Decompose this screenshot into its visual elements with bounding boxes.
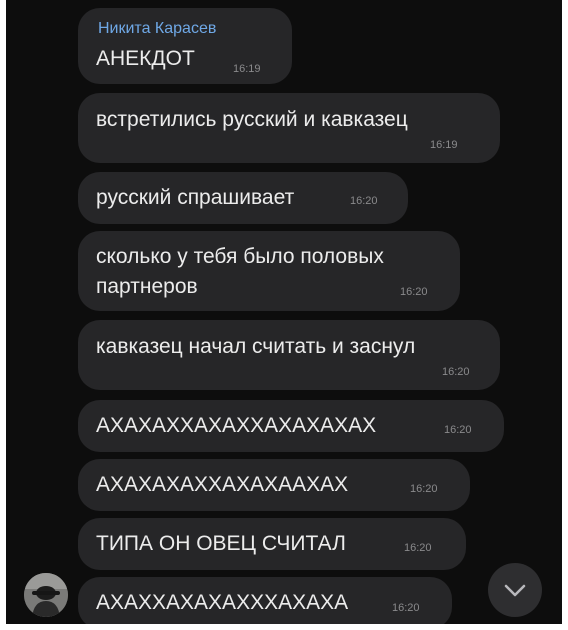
chat-screen: Никита Карасев АНЕКДОТ 16:19 встретились…: [6, 0, 562, 624]
message-bubble[interactable]: кавказец начал считать и заснул 16:20: [78, 320, 500, 390]
message-bubble[interactable]: ТИПА ОН ОВЕЦ СЧИТАЛ 16:20: [78, 518, 466, 570]
sender-name[interactable]: Никита Карасев: [98, 20, 216, 38]
message-text: кавказец начал считать и заснул: [96, 335, 416, 358]
message-text: АХАХАХАХХАХАХААХАХ: [96, 473, 349, 496]
user-avatar-icon: [24, 573, 68, 617]
message-text: партнеров: [96, 275, 198, 298]
scroll-down-button[interactable]: [488, 563, 542, 617]
message-text: ТИПА ОН ОВЕЦ СЧИТАЛ: [96, 532, 346, 555]
message-time: 16:20: [350, 195, 378, 207]
message-time: 16:20: [444, 424, 472, 436]
message-text: АХАХАХХАХАХХАХАХАХАХ: [96, 414, 377, 437]
message-bubble[interactable]: русский спрашивает 16:20: [78, 172, 408, 224]
avatar[interactable]: [24, 573, 68, 617]
message-time: 16:20: [410, 483, 438, 495]
message-bubble[interactable]: АХАХАХХАХАХХАХАХАХАХ 16:20: [78, 400, 504, 452]
message-text: АХАХХАХАХАХХХАХАХА: [96, 591, 349, 614]
message-time: 16:20: [404, 542, 432, 554]
message-time: 16:19: [430, 139, 458, 151]
chevron-down-icon: [504, 584, 526, 597]
message-bubble[interactable]: АХАХХАХАХАХХХАХАХА 16:20: [78, 577, 452, 624]
message-bubble[interactable]: АХАХАХАХХАХАХААХАХ 16:20: [78, 459, 470, 511]
message-bubble[interactable]: сколько у тебя было половых партнеров 16…: [78, 231, 460, 311]
message-text: встретились русский и кавказец: [96, 108, 408, 131]
message-time: 16:20: [400, 286, 428, 298]
message-time: 16:19: [233, 63, 261, 75]
message-time: 16:20: [392, 602, 420, 614]
message-bubble[interactable]: Никита Карасев АНЕКДОТ 16:19: [78, 8, 292, 84]
message-bubble[interactable]: встретились русский и кавказец 16:19: [78, 93, 500, 163]
message-text: русский спрашивает: [96, 186, 295, 209]
message-text: АНЕКДОТ: [96, 47, 195, 70]
message-time: 16:20: [442, 366, 470, 378]
message-text: сколько у тебя было половых: [96, 245, 384, 268]
